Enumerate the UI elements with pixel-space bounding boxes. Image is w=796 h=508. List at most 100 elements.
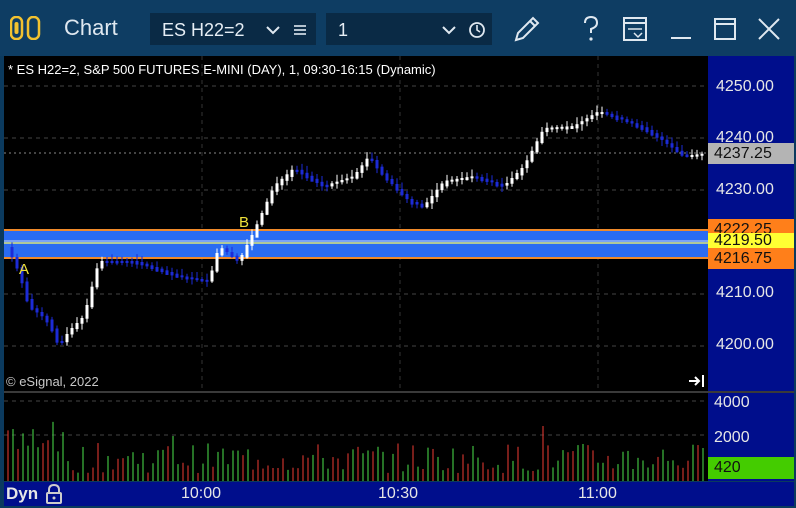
candle-body (240, 255, 244, 261)
candle-body (395, 184, 399, 191)
scroll-to-end-icon[interactable] (688, 374, 706, 388)
candle-body (340, 180, 344, 183)
candle-body (445, 180, 449, 187)
volume-bars (7, 421, 704, 481)
help-icon[interactable] (574, 12, 608, 46)
volume-pane[interactable] (4, 393, 708, 481)
candle-body (665, 139, 669, 144)
candle-body (660, 136, 664, 141)
candle-body (205, 279, 209, 282)
candle-body (295, 169, 299, 172)
candle-body (565, 126, 569, 130)
candle-body (50, 319, 54, 332)
candle-body (495, 182, 499, 187)
candle-body (380, 166, 384, 175)
last-price-tag: 4237.25 (708, 143, 794, 164)
chevron-down-icon[interactable] (441, 24, 457, 36)
candle-body (420, 203, 424, 208)
candle-body (125, 261, 129, 263)
candle-body (505, 183, 509, 186)
candle-body (335, 181, 339, 184)
candle-body (325, 184, 329, 188)
candle-body (100, 261, 104, 269)
price-label: 4200.00 (716, 336, 774, 353)
symbol-combobox[interactable]: ES H22=2 (150, 13, 316, 45)
interval-combobox[interactable]: 1 (326, 13, 492, 45)
candle-body (275, 183, 279, 192)
marker-a[interactable]: A (19, 261, 29, 278)
time-label: 10:30 (378, 485, 419, 502)
list-icon[interactable] (292, 22, 308, 38)
candle-body (175, 273, 179, 278)
candle-body (55, 328, 59, 343)
price-chart-canvas[interactable] (4, 56, 708, 392)
time-label: 10:00 (181, 485, 222, 502)
candle-body (210, 270, 214, 282)
candle-body (510, 178, 514, 184)
chart-header: * ES H22=2, S&P 500 FUTURES E-MINI (DAY)… (8, 62, 436, 77)
candle-body (255, 224, 259, 238)
candle-body (685, 154, 689, 157)
candle-body (645, 127, 649, 133)
candle-body (520, 168, 524, 176)
candle-body (355, 172, 359, 179)
dynamic-label[interactable]: Dyn (6, 484, 38, 504)
candle-body (475, 176, 479, 179)
candle-body (405, 194, 409, 200)
candle-body (300, 169, 304, 175)
candle-body (90, 286, 94, 308)
candle-body (480, 177, 484, 182)
candle-body (200, 279, 204, 282)
clock-icon[interactable] (467, 20, 487, 40)
lock-icon[interactable] (45, 484, 63, 504)
candle-body (615, 115, 619, 121)
copyright-text: © eSignal, 2022 (6, 374, 99, 389)
candle-body (690, 155, 694, 157)
price-axis[interactable]: 4250.00 4240.00 4230.00 4210.00 4200.00 … (708, 56, 794, 392)
candle-body (550, 127, 554, 130)
candle-body (375, 160, 379, 169)
candle-body (170, 272, 174, 276)
close-icon[interactable] (752, 12, 786, 46)
app-logo-icon (10, 16, 41, 40)
candle-body (315, 178, 319, 183)
candle-body (365, 158, 369, 167)
candle-body (350, 176, 354, 179)
template-icon[interactable] (618, 12, 652, 46)
candle-body (595, 112, 599, 116)
candle-body (610, 113, 614, 118)
candle-body (290, 169, 294, 177)
candle-body (500, 183, 504, 187)
candle-body (430, 196, 434, 204)
title-bar: Chart ES H22=2 1 (0, 0, 796, 56)
candle-body (345, 178, 349, 181)
candle-body (310, 175, 314, 182)
price-band[interactable] (4, 229, 708, 259)
candle-body (220, 248, 224, 256)
chevron-down-icon[interactable] (265, 24, 281, 36)
candle-body (675, 147, 679, 153)
candle-body (515, 173, 519, 180)
volume-axis[interactable]: 4000 2000 420 (708, 393, 794, 481)
candle-body (225, 248, 229, 253)
price-chart[interactable]: * ES H22=2, S&P 500 FUTURES E-MINI (DAY)… (4, 56, 708, 392)
candle-body (555, 127, 559, 130)
marker-b[interactable]: B (239, 214, 249, 231)
candle-body (635, 123, 639, 128)
candle-body (145, 263, 149, 267)
maximize-icon[interactable] (708, 12, 742, 46)
candle-body (270, 190, 274, 204)
candle-body (130, 261, 134, 264)
candle-body (370, 158, 374, 162)
minimize-icon[interactable] (664, 12, 698, 46)
candle-body (400, 189, 404, 196)
candle-body (105, 261, 109, 263)
draw-pencil-icon[interactable] (510, 12, 544, 46)
candle-body (575, 124, 579, 129)
price-label: 4250.00 (716, 78, 774, 95)
candle-body (525, 160, 529, 169)
candle-body (135, 261, 139, 265)
time-axis[interactable]: Dyn 10:00 10:30 11:00 (4, 482, 794, 506)
candle-body (630, 121, 634, 124)
candle-body (385, 173, 389, 181)
